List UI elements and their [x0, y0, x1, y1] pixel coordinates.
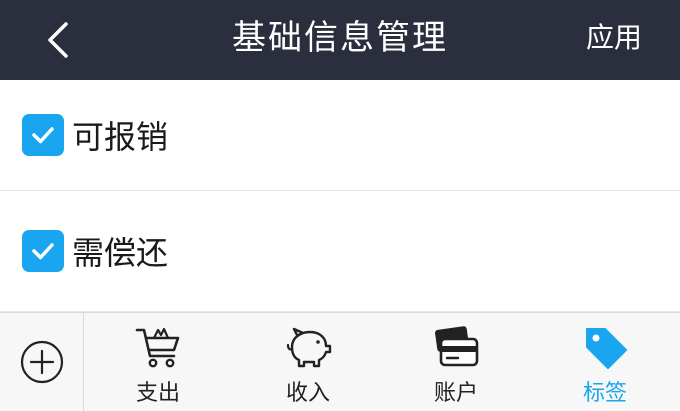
plus-circle-icon — [20, 340, 63, 384]
tab-account[interactable]: 账户 — [386, 313, 526, 411]
tab-label: 收入 — [285, 381, 330, 406]
apply-button[interactable]: 应用 — [586, 0, 642, 80]
tab-income[interactable]: 收入 — [238, 313, 378, 411]
tab-expense[interactable]: 支出 — [88, 313, 228, 411]
tab-label: 标签 — [582, 381, 627, 406]
page-title: 基础信息管理 — [232, 18, 448, 58]
checkbox-reimbursable[interactable] — [22, 114, 64, 156]
tag-icon — [586, 328, 627, 369]
header-bar: 基础信息管理 应用 — [0, 0, 680, 80]
tab-label: 账户 — [433, 381, 478, 406]
chevron-left-icon — [48, 22, 68, 58]
option-label: 可报销 — [72, 118, 169, 156]
tab-tags[interactable]: 标签 — [535, 313, 675, 411]
option-list: 可报销 需偿还 — [0, 80, 680, 312]
piggy-bank-icon — [286, 327, 332, 368]
back-button[interactable] — [30, 12, 86, 68]
option-row-reimbursable[interactable]: 可报销 — [0, 80, 680, 191]
shopping-cart-icon — [135, 327, 180, 368]
checkmark-icon — [32, 127, 54, 144]
add-button[interactable] — [0, 313, 84, 411]
option-label: 需偿还 — [72, 234, 169, 272]
checkmark-icon — [32, 243, 54, 260]
wallet-card-icon — [435, 326, 479, 367]
option-row-repayable[interactable]: 需偿还 — [0, 191, 680, 312]
checkbox-repayable[interactable] — [22, 230, 64, 272]
tab-label: 支出 — [135, 381, 180, 406]
bottom-tab-bar: 支出 收入 账户 标签 — [0, 312, 680, 411]
